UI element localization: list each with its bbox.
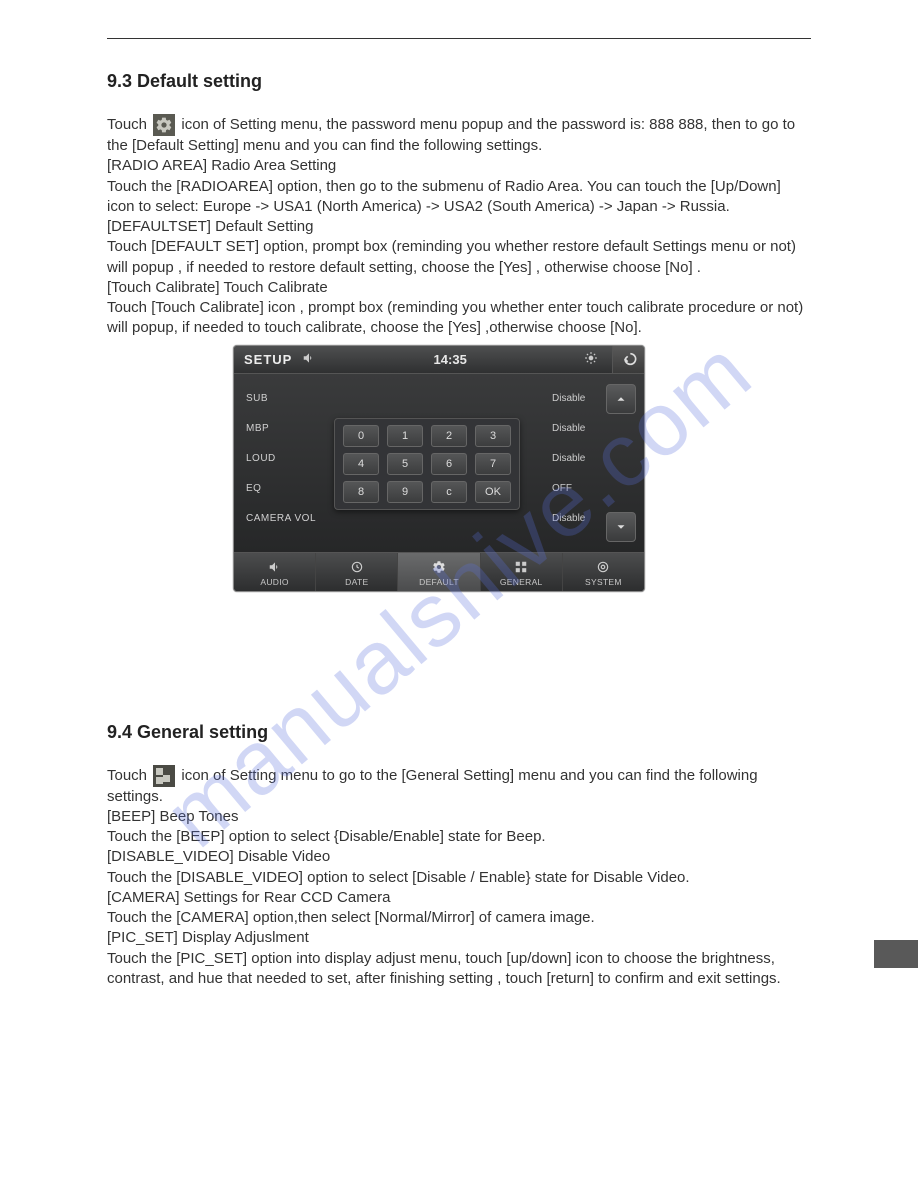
squares-icon	[514, 559, 528, 575]
keypad-key-4[interactable]: 4	[343, 453, 379, 475]
tab-label: SYSTEM	[585, 577, 622, 587]
keypad-key-7[interactable]: 7	[475, 453, 511, 475]
setting-row-loud[interactable]: LOUD	[246, 444, 330, 474]
paragraph: [CAMERA] Settings for Rear CCD Camera	[107, 888, 811, 908]
tab-label: AUDIO	[260, 577, 288, 587]
speaker-icon	[302, 351, 316, 368]
back-button[interactable]	[612, 346, 644, 373]
tab-label: GENERAL	[500, 577, 543, 587]
keypad-key-6[interactable]: 6	[431, 453, 467, 475]
paragraph: [RADIO AREA] Radio Area Setting	[107, 156, 811, 176]
device-clock: 14:35	[316, 352, 584, 367]
tab-audio[interactable]: AUDIO	[234, 553, 316, 592]
setting-row-mbp[interactable]: MBP	[246, 414, 330, 444]
paragraph: Touch [DEFAULT SET] option, prompt box (…	[107, 237, 811, 278]
text: icon of Setting menu to go to the [Gener…	[107, 766, 758, 804]
scroll-down-button[interactable]	[606, 512, 636, 542]
settings-values: Disable Disable Disable OFF Disable	[552, 374, 606, 552]
keypad-key-9[interactable]: 9	[387, 481, 423, 503]
paragraph: [BEEP] Beep Tones	[107, 807, 811, 827]
document-page: 9.3 Default setting Touch icon of Settin…	[0, 0, 918, 1029]
paragraph: Touch the [PIC_SET] option into display …	[107, 949, 811, 990]
gear-icon	[153, 114, 175, 136]
paragraph: [DEFAULTSET] Default Setting	[107, 217, 811, 237]
keypad-key-clear[interactable]: c	[431, 481, 467, 503]
setting-value: Disable	[552, 384, 606, 414]
device-title: SETUP	[244, 352, 292, 367]
setting-row-eq[interactable]: EQ	[246, 474, 330, 504]
text: icon of Setting menu, the password menu …	[107, 116, 795, 154]
speaker-icon	[268, 559, 282, 575]
text: Touch	[107, 116, 151, 133]
brightness-icon	[584, 351, 598, 368]
setting-row-sub[interactable]: SUB	[246, 384, 330, 414]
paragraph: [Touch Calibrate] Touch Calibrate	[107, 278, 811, 298]
cog-icon	[596, 559, 610, 575]
keypad-key-ok[interactable]: OK	[475, 481, 511, 503]
tab-label: DEFAULT	[419, 577, 459, 587]
tab-general[interactable]: GENERAL	[481, 553, 563, 592]
keypad-key-5[interactable]: 5	[387, 453, 423, 475]
settings-list: SUB MBP LOUD EQ CAMERA VOL	[234, 374, 330, 552]
keypad-key-3[interactable]: 3	[475, 425, 511, 447]
squares-icon	[153, 765, 175, 787]
paragraph: [DISABLE_VIDEO] Disable Video	[107, 847, 811, 867]
paragraph-9-3-intro: Touch icon of Setting menu, the password…	[107, 114, 811, 156]
heading-9-3: 9.3 Default setting	[107, 71, 811, 92]
paragraph: Touch the [RADIOAREA] option, then go to…	[107, 177, 811, 218]
setting-value: OFF	[552, 474, 606, 504]
paragraph: Touch the [BEEP] option to select {Disab…	[107, 827, 811, 847]
keypad-key-2[interactable]: 2	[431, 425, 467, 447]
device-tabs: AUDIO DATE DEFAULT GENERAL SYSTEM	[234, 552, 644, 592]
setting-value: Disable	[552, 504, 606, 534]
scroll-arrows	[606, 374, 644, 552]
keypad-key-0[interactable]: 0	[343, 425, 379, 447]
tab-system[interactable]: SYSTEM	[563, 553, 644, 592]
tab-label: DATE	[345, 577, 368, 587]
gear-icon	[432, 559, 446, 575]
paragraph: Touch the [DISABLE_VIDEO] option to sele…	[107, 868, 811, 888]
setting-row-camera-vol[interactable]: CAMERA VOL	[246, 504, 330, 534]
scroll-up-button[interactable]	[606, 384, 636, 414]
device-header: SETUP 14:35	[234, 346, 644, 374]
paragraph: [PIC_SET] Display Adjuslment	[107, 928, 811, 948]
tab-date[interactable]: DATE	[316, 553, 398, 592]
device-body: SUB MBP LOUD EQ CAMERA VOL Disable Disab…	[234, 374, 644, 552]
text: Touch	[107, 766, 151, 783]
tab-default[interactable]: DEFAULT	[398, 553, 480, 592]
device-screenshot: SETUP 14:35 SUB MBP LOUD EQ CAMERA VOL	[233, 345, 645, 592]
setting-value: Disable	[552, 444, 606, 474]
paragraph: Touch [Touch Calibrate] icon , prompt bo…	[107, 298, 811, 339]
paragraph-9-4-intro: Touch icon of Setting menu to go to the …	[107, 765, 811, 807]
paragraph: Touch the [CAMERA] option,then select [N…	[107, 908, 811, 928]
top-horizontal-rule	[107, 38, 811, 39]
keypad-key-8[interactable]: 8	[343, 481, 379, 503]
setting-value: Disable	[552, 414, 606, 444]
keypad-key-1[interactable]: 1	[387, 425, 423, 447]
heading-9-4: 9.4 General setting	[107, 722, 811, 743]
clock-icon	[350, 559, 364, 575]
password-keypad: 0 1 2 3 4 5 6 7 8 9 c OK	[334, 418, 520, 510]
